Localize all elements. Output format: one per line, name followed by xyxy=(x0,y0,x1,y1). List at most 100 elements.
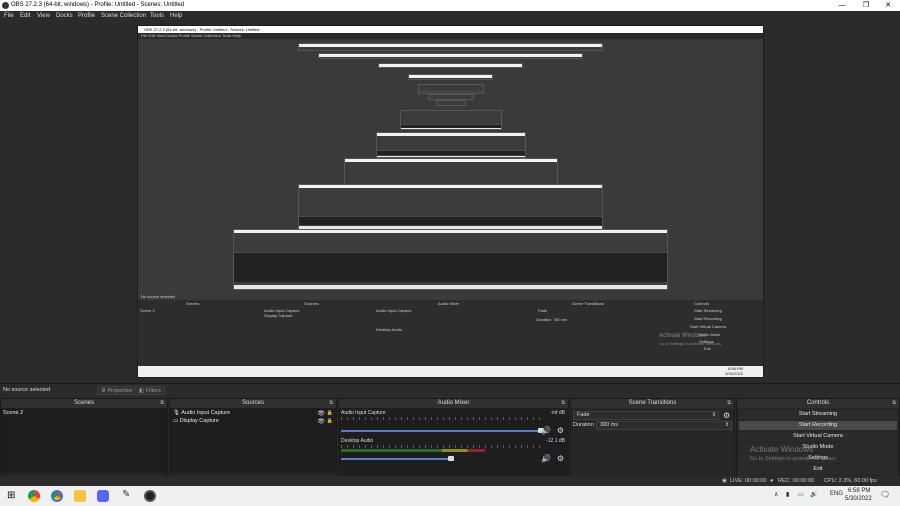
mixer-float-icon[interactable]: ⧉ xyxy=(561,400,565,406)
source-item[interactable]: 🎙 Audio Input Capture xyxy=(170,409,336,417)
volume-slider[interactable] xyxy=(341,458,451,460)
discord-icon[interactable] xyxy=(97,490,109,502)
mixer-header: Audio Mixer xyxy=(339,399,568,408)
lock-icon[interactable]: 🔒 xyxy=(327,410,333,416)
tray-app-icon[interactable]: ▮ xyxy=(786,491,789,498)
transition-selected: Fade xyxy=(577,412,590,418)
scenes-list[interactable]: Scene 2 xyxy=(1,408,167,473)
controls-float-icon[interactable]: ⧉ xyxy=(892,400,896,406)
menu-help[interactable]: Help xyxy=(170,13,182,19)
start-virtual-camera-button[interactable]: Start Virtual Camera xyxy=(739,432,897,441)
start-recording-button[interactable]: Start Recording xyxy=(739,421,897,430)
nested-dock-mixer: Audio Mixer xyxy=(438,301,460,306)
tray-network-icon[interactable]: ▭ xyxy=(798,491,804,498)
nested-display-capture: OBS 27.2.3 (64-bit, windows) - Profile: … xyxy=(137,25,764,378)
transition-gear-icon[interactable]: ⚙ xyxy=(723,411,730,420)
transition-select[interactable]: Fade ⇕ xyxy=(573,411,719,420)
sources-dock: Sources ⧉ 🎙 Audio Input Capture 👁 🔒 ▭ Di… xyxy=(169,398,337,488)
menu-docks[interactable]: Docks xyxy=(56,13,73,19)
menu-scene-collection[interactable]: Scene Collection xyxy=(101,13,146,19)
source-label: Audio Input Capture xyxy=(181,410,231,416)
scenes-header: Scenes xyxy=(1,399,167,408)
lock-icon[interactable]: 🔒 xyxy=(327,418,333,424)
gear-icon[interactable]: ⚙ xyxy=(557,454,564,463)
tray-time[interactable]: 6:58 PM xyxy=(848,488,870,494)
scene-transitions-dock: Scene Transitions ⧉ Fade ⇕ ⚙ Duration 30… xyxy=(570,398,735,488)
meter-ticks xyxy=(341,417,541,420)
nested-dock-transitions: Scene Transitions xyxy=(572,301,604,306)
sources-float-icon[interactable]: ⧉ xyxy=(329,400,333,406)
rec-indicator-icon: ● xyxy=(770,478,774,484)
rec-time: REC: 00:00:00 xyxy=(778,478,815,484)
nested-date: 5/30/2022 xyxy=(725,371,743,376)
scenes-float-icon[interactable]: ⧉ xyxy=(160,400,164,406)
recursive-level xyxy=(233,229,668,290)
recursive-level xyxy=(376,132,526,158)
windows-start-icon[interactable]: ⊞ xyxy=(7,490,15,501)
source-item[interactable]: ▭ Display Capture xyxy=(170,417,336,425)
duration-spinbox[interactable]: 300 ms ⇕ xyxy=(596,421,732,430)
mixer-channel-desktop: Desktop Audio -12.1 dB 🔊 ⚙ xyxy=(341,438,567,476)
volume-slider[interactable] xyxy=(341,430,541,432)
speaker-icon[interactable]: 🔊 xyxy=(541,454,551,463)
volume-slider-handle[interactable] xyxy=(448,456,454,461)
transitions-header: Scene Transitions xyxy=(571,399,734,408)
exit-button[interactable]: Exit xyxy=(739,465,897,474)
scene-item[interactable]: Scene 2 xyxy=(1,409,167,417)
nested-watermark: Activate Windows xyxy=(659,333,707,339)
chrome-icon[interactable] xyxy=(28,490,40,502)
transitions-float-icon[interactable]: ⧉ xyxy=(727,400,731,406)
properties-label: Properties xyxy=(107,388,133,394)
window-title-bar[interactable]: OBS 27.2.3 (64-bit, windows) - Profile: … xyxy=(0,0,900,11)
gear-icon[interactable]: ⚙ xyxy=(557,426,564,435)
tray-speaker-icon[interactable]: 🔊 xyxy=(810,491,817,498)
controls-header: Controls xyxy=(737,399,899,408)
menu-view[interactable]: View xyxy=(37,13,50,19)
pen-app-icon[interactable]: ✎ xyxy=(122,489,130,500)
visibility-eye-icon[interactable]: 👁 xyxy=(317,418,325,425)
status-bar: ◉ LIVE: 00:00:00 ● REC: 00:00:00 CPU: 2.… xyxy=(0,476,900,486)
recursive-level xyxy=(418,84,484,94)
activate-windows-watermark: Activate Windows xyxy=(750,445,814,454)
recursive-level xyxy=(378,63,523,68)
maximize-button[interactable]: ❐ xyxy=(855,0,877,11)
file-explorer-icon[interactable] xyxy=(74,490,86,502)
sources-list[interactable]: 🎙 Audio Input Capture 👁 🔒 ▭ Display Capt… xyxy=(170,408,336,473)
tray-date[interactable]: 5/30/2022 xyxy=(845,496,872,502)
chrome-profile-icon[interactable] xyxy=(51,490,63,502)
close-button[interactable]: ✕ xyxy=(877,0,899,11)
recursive-level xyxy=(318,53,583,59)
duration-label: Duration xyxy=(573,422,594,428)
tray-chevron-icon[interactable]: ∧ xyxy=(774,491,778,498)
nested-no-source: No source selected xyxy=(141,294,176,299)
activate-windows-sub: Go to Settings to activate Windows. xyxy=(750,456,837,462)
obs-taskbar-icon[interactable] xyxy=(144,490,156,502)
filters-label: Filters xyxy=(145,388,161,394)
nested-transition: Fade xyxy=(538,308,548,313)
scenes-dock: Scenes ⧉ Scene 2 + − ∧ ∨ xyxy=(0,398,168,488)
monitor-icon: ▭ xyxy=(173,418,179,424)
speaker-icon[interactable]: 🔊 xyxy=(541,426,551,435)
meter-ticks xyxy=(341,445,541,448)
filters-button[interactable]: ◧ Filters xyxy=(135,386,165,395)
nested-watermark-sub: Go to Settings to activate Windows. xyxy=(659,341,723,346)
nested-dock-controls: Controls xyxy=(694,301,709,306)
minimize-button[interactable]: — xyxy=(831,0,853,11)
nested-dock-sources: Sources xyxy=(304,301,319,306)
preview-canvas[interactable]: OBS 27.2.3 (64-bit, windows) - Profile: … xyxy=(0,21,900,383)
windows-taskbar: ⊞ ✎ ∧ ▮ ▭ 🔊 ENG 6:58 PM 5/30/2022 🗨 xyxy=(0,486,900,506)
notification-icon[interactable]: 🗨 xyxy=(880,490,890,499)
menu-tools[interactable]: Tools xyxy=(150,13,164,19)
menu-file[interactable]: File xyxy=(4,13,14,19)
spin-arrows-icon: ⇕ xyxy=(724,422,729,428)
nested-control: Exit xyxy=(704,346,711,351)
menu-edit[interactable]: Edit xyxy=(20,13,30,19)
recursive-level xyxy=(298,43,603,51)
tray-language[interactable]: ENG xyxy=(830,491,843,497)
visibility-eye-icon[interactable]: 👁 xyxy=(317,410,325,417)
nested-control: Start Virtual Camera xyxy=(690,324,727,329)
menu-profile[interactable]: Profile xyxy=(78,13,95,19)
nested-menu: File Edit View Docks Profile Scene Colle… xyxy=(138,33,763,39)
start-streaming-button[interactable]: Start Streaming xyxy=(739,410,897,419)
properties-button[interactable]: ⚙ Properties xyxy=(97,386,137,395)
